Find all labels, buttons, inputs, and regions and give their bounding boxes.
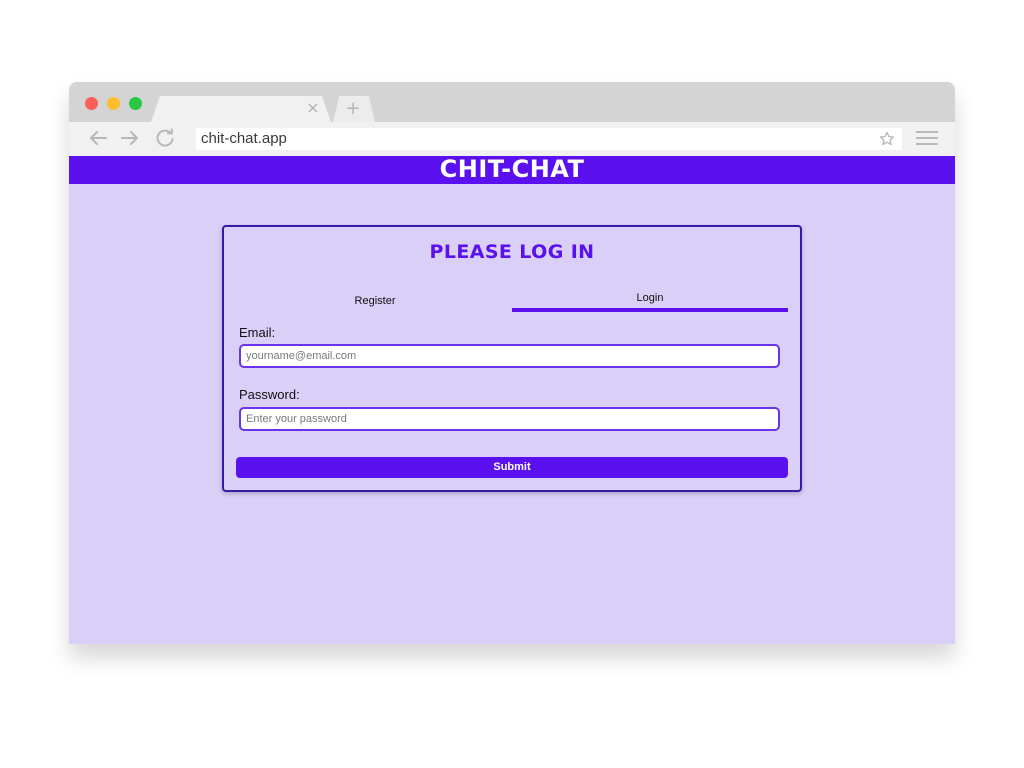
password-label: Password:: [239, 387, 300, 402]
arrow-right-icon[interactable]: [119, 127, 141, 149]
close-icon[interactable]: ×: [305, 98, 321, 118]
star-icon[interactable]: [878, 130, 896, 148]
window-close-button[interactable]: [85, 97, 98, 110]
email-field[interactable]: [239, 344, 780, 368]
page: × + chit-chat.app CHIT-CHAT PLEASE LOG I…: [0, 0, 1024, 768]
site-title: Chit-Chat: [439, 155, 585, 183]
active-tab-indicator: [512, 308, 788, 312]
browser-window: × + chit-chat.app CHIT-CHAT PLEASE LOG I…: [69, 82, 955, 644]
site-header: Chit-Chat: [69, 156, 955, 184]
hamburger-menu-icon[interactable]: [916, 128, 938, 148]
url-text[interactable]: chit-chat.app: [201, 129, 287, 149]
password-field[interactable]: [239, 407, 780, 431]
login-card: Please Log In Register Login Email: Pass…: [222, 225, 802, 492]
login-heading: Please Log In: [429, 241, 595, 263]
browser-tab-active[interactable]: [151, 96, 331, 122]
window-minimize-button[interactable]: [107, 97, 120, 110]
reload-icon[interactable]: [154, 127, 176, 149]
window-maximize-button[interactable]: [129, 97, 142, 110]
plus-icon[interactable]: +: [344, 99, 362, 119]
tab-login[interactable]: Login: [512, 289, 788, 307]
submit-button[interactable]: Submit: [236, 457, 788, 478]
address-bar[interactable]: chit-chat.app: [196, 128, 902, 150]
tab-register[interactable]: Register: [238, 292, 512, 310]
email-label: Email:: [239, 325, 276, 340]
arrow-left-icon[interactable]: [87, 127, 109, 149]
